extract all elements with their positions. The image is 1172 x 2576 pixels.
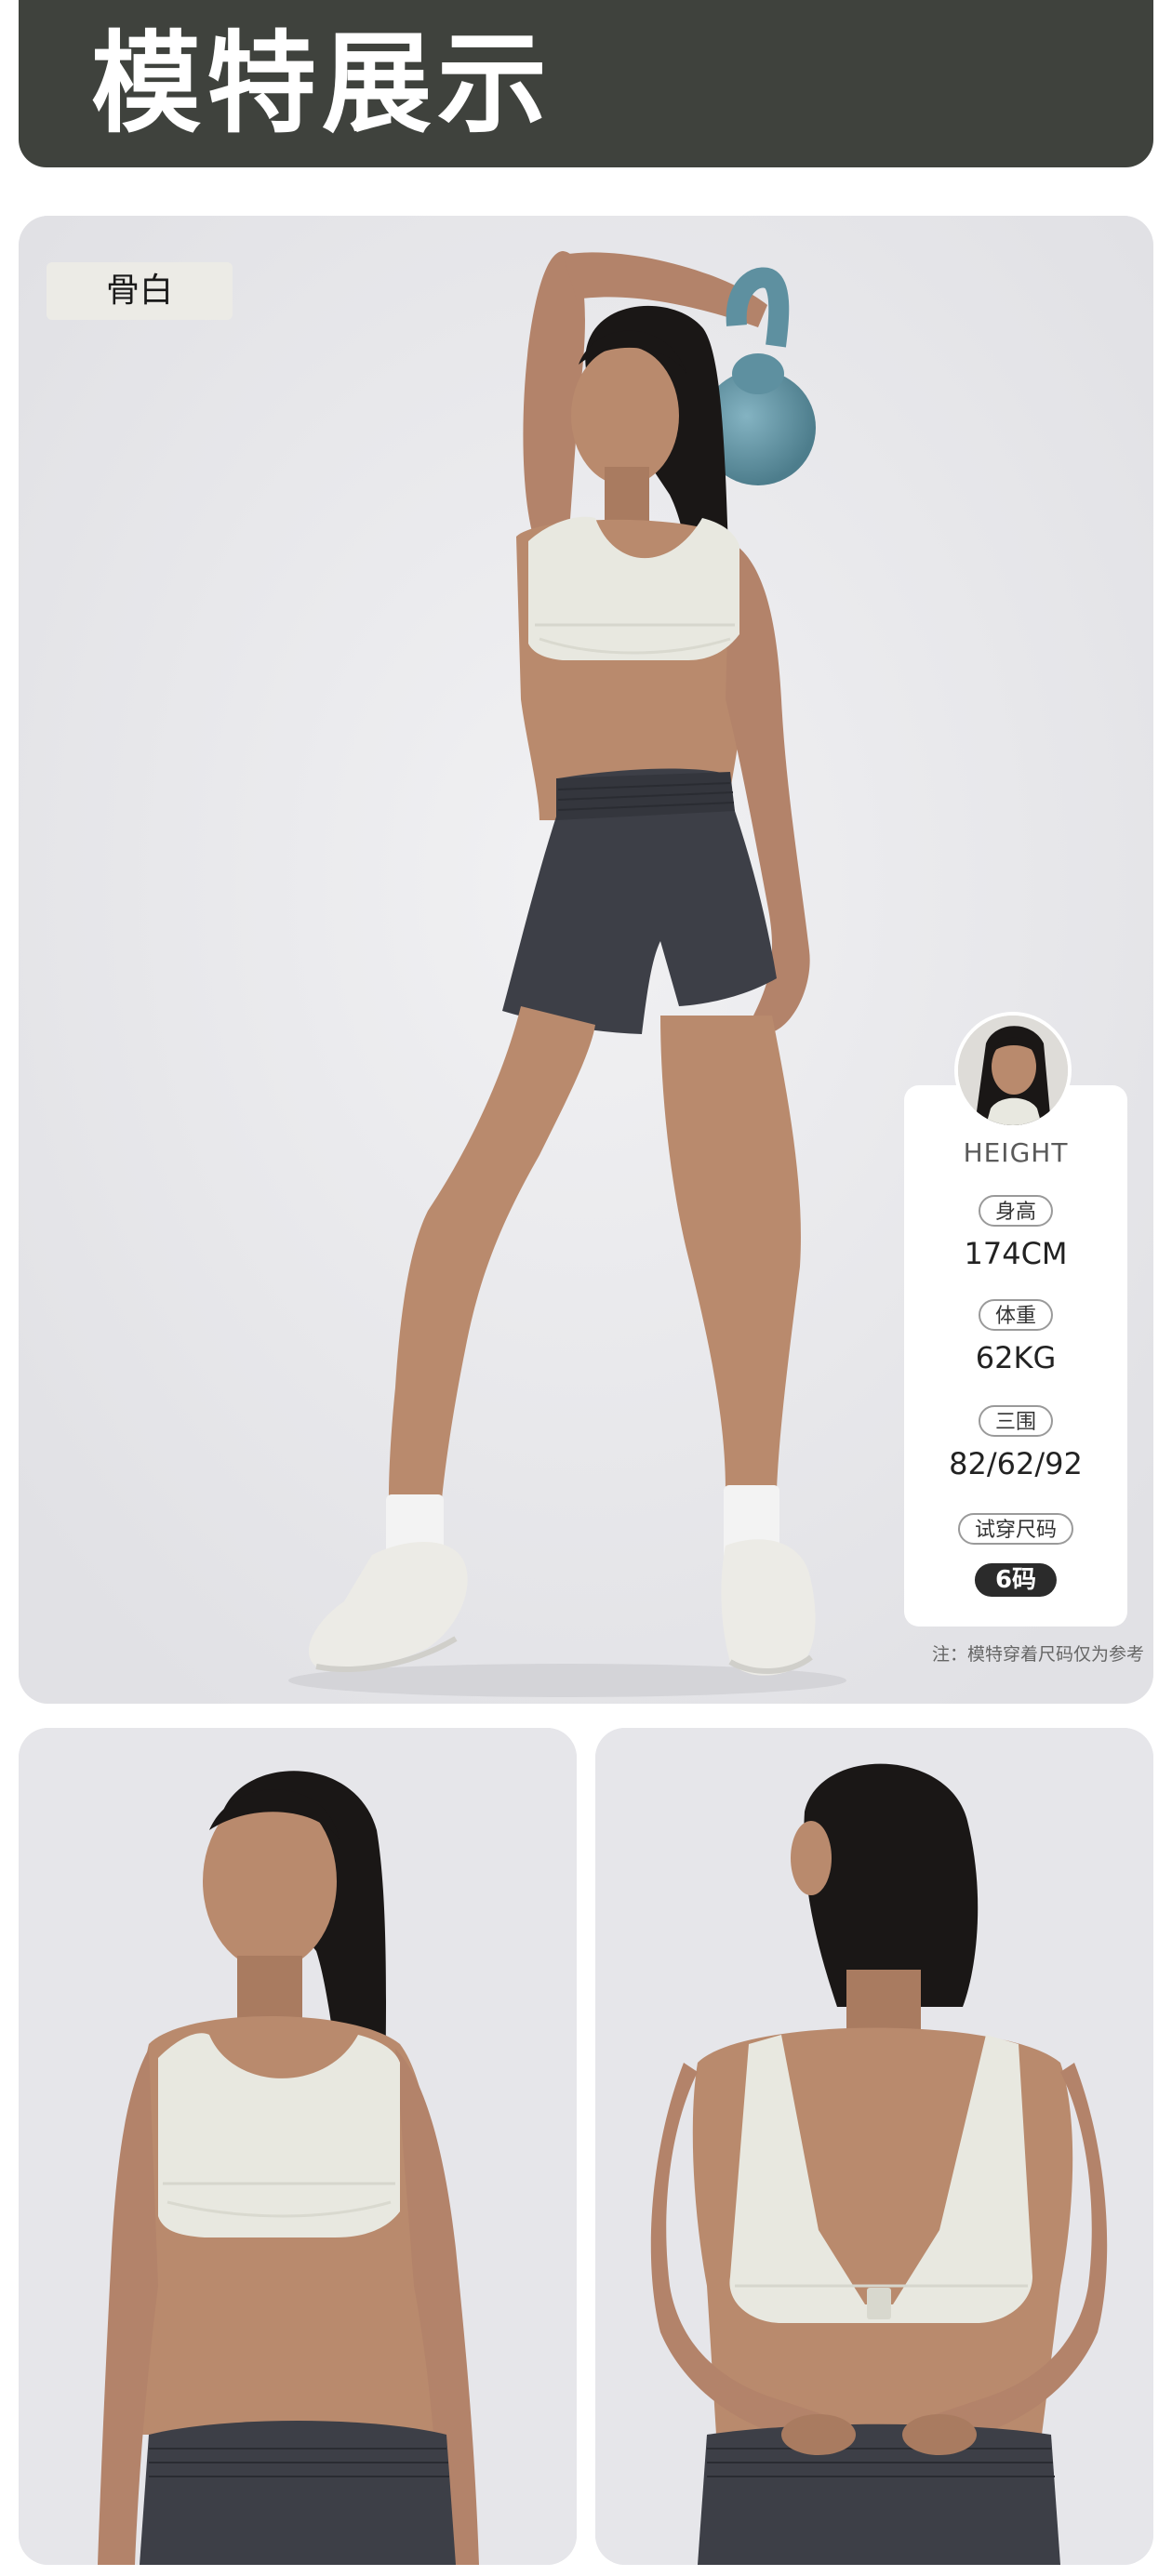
height-heading: HEIGHT — [963, 1137, 1069, 1168]
fit-size-badge: 6码 — [974, 1563, 1058, 1597]
model-front-closeup-image — [19, 1728, 577, 2565]
height-key-pill: 身高 — [978, 1195, 1054, 1227]
header-bar: 模特展示 — [19, 0, 1153, 167]
model-avatar-image — [958, 1016, 1068, 1125]
weight-key-pill: 体重 — [978, 1299, 1054, 1331]
front-detail-panel — [19, 1728, 577, 2565]
size-reference-note: 注：模特穿着尺码仅为参考 — [931, 1644, 1144, 1665]
height-value: 174CM — [964, 1236, 1068, 1271]
model-back-closeup-image — [595, 1728, 1153, 2565]
weight-value: 62KG — [975, 1340, 1057, 1375]
measurements-key-pill: 三围 — [978, 1405, 1054, 1437]
measurements-value: 82/62/92 — [949, 1446, 1083, 1481]
model-avatar — [954, 1012, 1072, 1129]
page-title: 模特展示 — [91, 20, 553, 148]
color-variant-tag: 骨白 — [47, 262, 233, 320]
back-detail-panel — [595, 1728, 1153, 2565]
fit-size-key-pill: 试穿尺码 — [957, 1513, 1074, 1545]
model-info-card: HEIGHT 身高 174CM 体重 62KG 三围 82/62/92 试穿尺码… — [904, 1085, 1127, 1627]
